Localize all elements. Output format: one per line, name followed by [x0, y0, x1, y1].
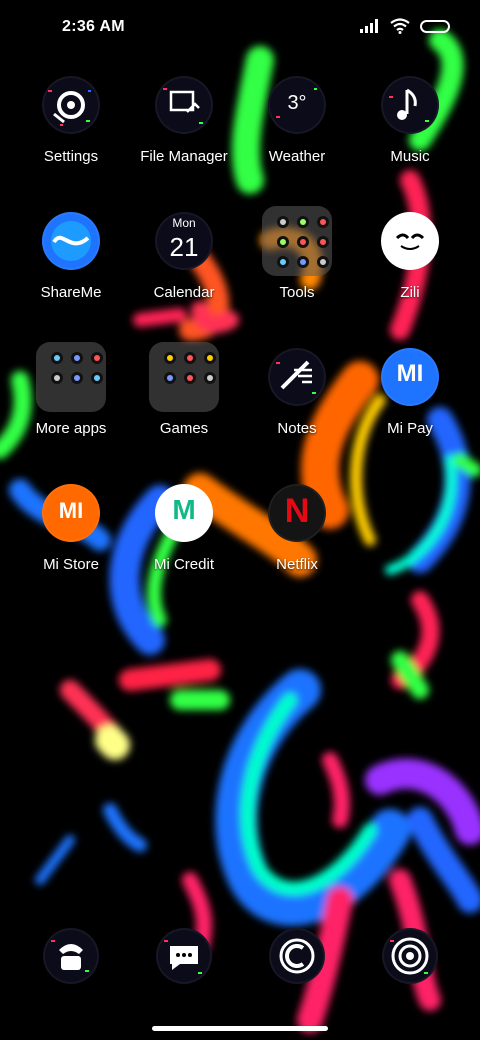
- dock-phone[interactable]: [16, 928, 126, 984]
- mi-credit-icon: M: [155, 484, 213, 542]
- app-label: Games: [159, 420, 209, 437]
- dock-messages[interactable]: [129, 928, 239, 984]
- app-settings[interactable]: Settings: [16, 76, 126, 165]
- app-label: Weather: [268, 148, 326, 165]
- app-netflix[interactable]: N Netflix: [242, 484, 352, 573]
- app-mi-store[interactable]: MI Mi Store: [16, 484, 126, 573]
- weather-icon: 3°: [268, 76, 326, 134]
- status-time: 2:36 AM: [62, 18, 125, 35]
- mi-pay-logo: MI: [396, 360, 424, 387]
- games-folder-icon: [149, 342, 219, 412]
- folder-games[interactable]: Games: [129, 342, 239, 437]
- app-notes[interactable]: Notes: [242, 348, 352, 437]
- netflix-icon: N: [268, 484, 326, 542]
- app-label: Tools: [279, 284, 315, 301]
- settings-icon: [42, 76, 100, 134]
- camera-icon: [382, 928, 438, 984]
- music-icon: [381, 76, 439, 134]
- zili-icon: [381, 212, 439, 270]
- app-label: More apps: [35, 420, 107, 437]
- app-file-manager[interactable]: File Manager: [129, 76, 239, 165]
- app-mi-credit[interactable]: M Mi Credit: [129, 484, 239, 573]
- app-label: Mi Store: [43, 556, 99, 573]
- mi-pay-icon: MI: [381, 348, 439, 406]
- app-calendar[interactable]: Mon 21 Calendar: [129, 212, 239, 301]
- home-indicator[interactable]: [152, 1026, 328, 1031]
- mi-credit-logo: M: [172, 494, 196, 525]
- battery-icon: [420, 19, 450, 33]
- notes-icon: [268, 348, 326, 406]
- mi-store-logo: MI: [58, 498, 84, 523]
- app-label: Mi Pay: [387, 420, 433, 437]
- signal-icon: [360, 19, 378, 33]
- app-label: Music: [390, 148, 430, 165]
- tools-folder-icon: [262, 206, 332, 276]
- app-label: Settings: [43, 148, 99, 165]
- app-label: Notes: [277, 420, 317, 437]
- netflix-logo: N: [284, 492, 310, 530]
- phone-icon: [43, 928, 99, 984]
- wifi-icon: [390, 18, 410, 34]
- app-label: Zili: [400, 284, 420, 301]
- file-manager-icon: [155, 76, 213, 134]
- app-label: File Manager: [140, 148, 228, 165]
- folder-tools[interactable]: Tools: [242, 206, 352, 301]
- calendar-day: Mon: [172, 216, 196, 230]
- app-label: Calendar: [153, 284, 215, 301]
- app-label: Netflix: [276, 556, 318, 573]
- folder-more-apps[interactable]: More apps: [16, 342, 126, 437]
- app-weather[interactable]: 3° Weather: [242, 76, 352, 165]
- app-label: ShareMe: [40, 284, 102, 301]
- dock-camera[interactable]: [355, 928, 465, 984]
- shareme-icon: [42, 212, 100, 270]
- app-zili[interactable]: Zili: [355, 212, 465, 301]
- calendar-icon: Mon 21: [155, 212, 213, 270]
- status-icons: [360, 18, 450, 34]
- messages-icon: [156, 928, 212, 984]
- calendar-date: 21: [169, 232, 199, 262]
- app-label: Mi Credit: [153, 556, 214, 573]
- more-apps-folder-icon: [36, 342, 106, 412]
- dock-browser[interactable]: [242, 928, 352, 984]
- status-bar: 2:36 AM: [0, 0, 480, 56]
- app-music[interactable]: Music: [355, 76, 465, 165]
- mi-store-icon: MI: [42, 484, 100, 542]
- browser-icon: [269, 928, 325, 984]
- app-mi-pay[interactable]: MI Mi Pay: [355, 348, 465, 437]
- app-shareme[interactable]: ShareMe: [16, 212, 126, 301]
